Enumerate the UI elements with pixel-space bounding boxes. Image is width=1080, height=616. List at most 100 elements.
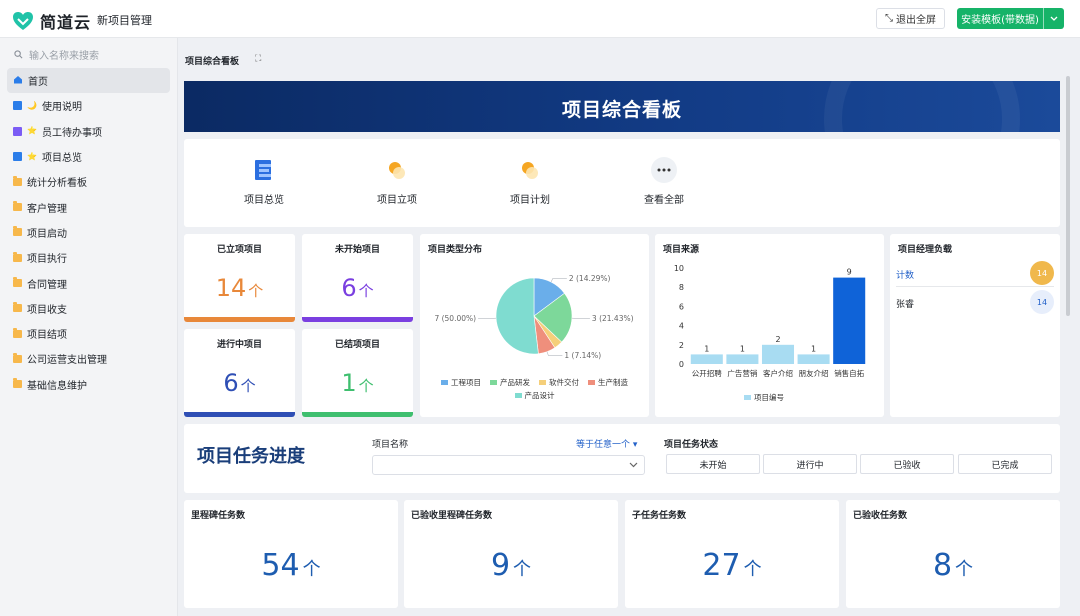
bar[interactable] bbox=[690, 354, 723, 364]
star-icon: ⭐ bbox=[27, 151, 37, 161]
summary-card-initiated: 已立项项目 14 个 bbox=[184, 234, 295, 322]
summary-card-closed: 已结项项目 1个 bbox=[302, 329, 413, 417]
pie-legend-item[interactable]: 生产制造 bbox=[588, 377, 628, 388]
bar[interactable] bbox=[797, 354, 830, 364]
manager-load-badge: 14 bbox=[1030, 261, 1054, 285]
sidebar-item-label: 员工待办事项 bbox=[41, 127, 102, 139]
logo[interactable]: 简道云 bbox=[12, 9, 91, 33]
sidebar-item[interactable]: 统计分析看板 bbox=[7, 169, 170, 194]
sidebar-item-label: 项目总览 bbox=[41, 153, 82, 165]
chevron-down-icon[interactable] bbox=[1043, 8, 1064, 29]
task-section-title: 项目任务进度 bbox=[197, 446, 305, 467]
summary-value-number: 6 bbox=[341, 274, 357, 302]
folder-icon bbox=[13, 277, 22, 288]
summary-value-unit: 个 bbox=[248, 282, 264, 300]
bar[interactable] bbox=[833, 277, 866, 364]
sidebar-item-label: 首页 bbox=[28, 77, 48, 89]
bar-data-label: 9 bbox=[847, 268, 852, 277]
logo-text: 简道云 bbox=[40, 13, 92, 32]
summary-value-number: 6 bbox=[223, 369, 239, 397]
sidebar-item[interactable]: 项目收支 bbox=[7, 296, 170, 321]
pie-data-label: 1 (7.14%) bbox=[564, 351, 601, 360]
manager-row[interactable]: 张睿 14 bbox=[896, 288, 1054, 316]
summary-value-unit: 个 bbox=[240, 377, 256, 395]
pie-legend-item[interactable]: 软件交付 bbox=[539, 377, 579, 388]
exit-fullscreen-button[interactable]: ⤡ 退出全屏 bbox=[876, 8, 945, 29]
search-placeholder[interactable]: 输入名称来搜索 bbox=[29, 47, 99, 62]
sidebar-search[interactable]: 输入名称来搜索 bbox=[14, 47, 99, 62]
pie-data-label: 2 (14.29%) bbox=[569, 274, 611, 283]
sidebar-item[interactable]: 合同管理 bbox=[7, 270, 170, 295]
status-option-in-progress[interactable]: 进行中 bbox=[763, 454, 857, 474]
sidebar-item[interactable]: 首页 bbox=[7, 68, 170, 94]
sidebar-item[interactable]: 客户管理 bbox=[7, 194, 170, 219]
legend-label: 项目编号 bbox=[754, 393, 784, 402]
dashboard-banner: 项目综合看板 bbox=[184, 81, 1060, 132]
sidebar-item-label: 合同管理 bbox=[27, 279, 67, 291]
summary-card-title: 已结项项目 bbox=[334, 340, 380, 350]
stat-value-number: 9 bbox=[490, 548, 511, 583]
pie-data-label: 7 (50.00%) bbox=[434, 314, 476, 323]
status-option-not-started[interactable]: 未开始 bbox=[666, 454, 760, 474]
stat-card-title: 已验收里程碑任务数 bbox=[411, 511, 493, 521]
summary-card-title: 未开始项目 bbox=[334, 245, 380, 255]
project-type-panel: 项目类型分布 2 (14.29%) 3 (21.43%) 1 (7.14%) 7 (5… bbox=[420, 234, 649, 417]
quick-link-plan[interactable]: 项目计划 bbox=[490, 157, 570, 206]
top-bar: 简道云 新项目管理 ⤡ 退出全屏 安装模板(带数据) bbox=[0, 0, 1080, 38]
manager-row-total[interactable]: 计数 14 bbox=[896, 259, 1054, 287]
stat-card-milestones: 里程碑任务数 54 个 bbox=[184, 500, 398, 608]
sidebar-item[interactable]: 基础信息维护 bbox=[7, 372, 170, 397]
stat-card-accepted-tasks: 已验收任务数 8个 bbox=[846, 500, 1060, 608]
bar[interactable] bbox=[761, 344, 795, 364]
pie-legend-item[interactable]: 产品设计 bbox=[514, 390, 555, 401]
summary-card-accent-bar bbox=[184, 412, 295, 417]
sidebar-item[interactable]: 公司运营支出管理 bbox=[7, 346, 170, 371]
stat-card-title: 子任务任务数 bbox=[632, 511, 687, 521]
manager-name: 张睿 bbox=[896, 300, 915, 310]
project-name-select[interactable] bbox=[372, 455, 645, 475]
expand-icon[interactable]: ⛶ bbox=[255, 54, 261, 64]
legend-label: 工程项目 bbox=[451, 378, 481, 387]
bar-data-label: 1 bbox=[811, 344, 816, 353]
sidebar-item[interactable]: 项目启动 bbox=[7, 220, 170, 245]
summary-card-value: 6个 bbox=[302, 274, 413, 302]
status-option-accepted[interactable]: 已验收 bbox=[860, 454, 954, 474]
pie-legend-row: 工程项目 产品研发 软件交付 生产制造 bbox=[420, 377, 649, 388]
exit-fullscreen-label: 退出全屏 bbox=[896, 15, 936, 26]
quick-link-label: 项目立项 bbox=[377, 195, 417, 206]
stat-card-value: 8个 bbox=[846, 548, 1060, 583]
stat-card-accepted-milestones: 已验收里程碑任务数 9个 bbox=[404, 500, 618, 608]
sun-icon bbox=[384, 157, 410, 183]
status-option-completed[interactable]: 已完成 bbox=[958, 454, 1052, 474]
summary-card-accent-bar bbox=[302, 317, 413, 322]
page-scrollbar[interactable] bbox=[1066, 76, 1070, 316]
pie-slice[interactable] bbox=[495, 277, 539, 355]
sidebar-item[interactable]: 项目结项 bbox=[7, 321, 170, 346]
pie-legend-item[interactable]: 产品研发 bbox=[490, 377, 530, 388]
collapse-icon: ⤡ bbox=[885, 13, 893, 24]
caret-down-icon: ▾ bbox=[632, 440, 638, 450]
stat-card-value: 54 个 bbox=[184, 548, 398, 583]
sidebar-item-label: 客户管理 bbox=[27, 203, 67, 215]
install-template-label[interactable]: 安装模板(带数据) bbox=[957, 8, 1043, 29]
quick-link-view-all[interactable]: 查看全部 bbox=[624, 157, 704, 206]
sidebar-item[interactable]: 项目执行 bbox=[7, 245, 170, 270]
sidebar-item[interactable]: 🌙 使用说明 bbox=[7, 93, 170, 118]
sidebar-item-label: 项目执行 bbox=[27, 254, 67, 266]
pie-legend-item[interactable]: 工程项目 bbox=[441, 377, 481, 388]
stat-value-unit: 个 bbox=[513, 559, 532, 580]
y-tick-label: 6 bbox=[679, 302, 684, 311]
project-name-label: 项目名称 bbox=[372, 440, 409, 450]
quick-links-panel: 项目总览 项目立项 项目计划 查看全部 bbox=[184, 139, 1060, 227]
panel-title: 项目经理负载 bbox=[898, 245, 953, 255]
sidebar-item[interactable]: ⭐ 员工待办事项 bbox=[7, 119, 170, 144]
filter-operator-dropdown[interactable]: 等于任意一个 ▾ bbox=[576, 437, 637, 450]
summary-card-title: 已立项项目 bbox=[216, 245, 262, 255]
sidebar-item[interactable]: ⭐ 项目总览 bbox=[7, 144, 170, 169]
quick-link-initiation[interactable]: 项目立项 bbox=[357, 157, 437, 206]
task-progress-section: 项目任务进度 项目名称 等于任意一个 ▾ 项目任务状态 未开始 进行中 已验收 … bbox=[184, 424, 1060, 493]
bar[interactable] bbox=[726, 354, 759, 364]
quick-link-overview[interactable]: 项目总览 bbox=[224, 157, 304, 206]
install-template-button[interactable]: 安装模板(带数据) bbox=[957, 8, 1064, 29]
project-type-pie-chart: 2 (14.29%) 3 (21.43%) 1 (7.14%) 7 (50.00%) bbox=[434, 274, 633, 360]
